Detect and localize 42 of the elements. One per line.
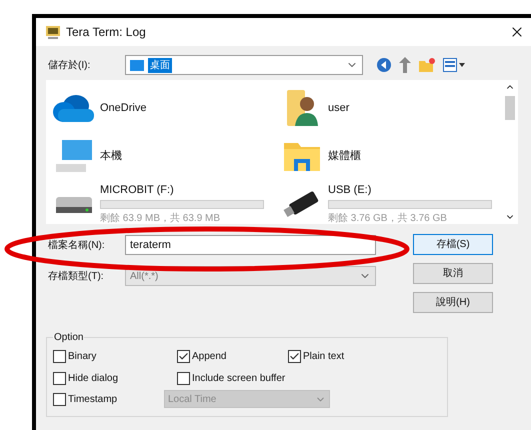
place-name[interactable]: MICROBIT (F:) bbox=[100, 182, 264, 198]
checkbox-label: Hide dialog bbox=[68, 372, 118, 386]
computer-icon bbox=[54, 138, 94, 174]
dialog-button[interactable]: 存檔(S) bbox=[413, 234, 493, 255]
place-name[interactable]: user bbox=[328, 100, 350, 116]
location-value: 桌面 bbox=[148, 58, 172, 72]
checkbox-label: Append bbox=[192, 350, 226, 364]
new-folder-icon[interactable] bbox=[419, 58, 435, 72]
dialog-button[interactable]: 取消 bbox=[413, 263, 493, 284]
place-name[interactable]: USB (E:) bbox=[328, 182, 492, 198]
view-menu-icon[interactable] bbox=[443, 58, 465, 72]
up-folder-icon[interactable] bbox=[399, 57, 411, 73]
place-name[interactable]: OneDrive bbox=[100, 100, 146, 116]
cloud-icon bbox=[52, 93, 96, 123]
group-title: Option bbox=[53, 330, 84, 345]
user-folder-icon bbox=[285, 88, 319, 128]
location-label: 儲存於(I): bbox=[48, 58, 92, 72]
checkbox[interactable] bbox=[177, 350, 190, 363]
filetype-label: 存檔類型(T): bbox=[48, 270, 105, 284]
checkbox[interactable] bbox=[177, 372, 190, 385]
dialog-button[interactable]: 說明(H) bbox=[413, 292, 493, 313]
scroll-thumb[interactable] bbox=[505, 96, 515, 120]
window-title: Tera Term: Log bbox=[66, 24, 146, 41]
place-name[interactable]: 本機 bbox=[100, 148, 122, 164]
checkbox[interactable] bbox=[53, 372, 66, 385]
checkbox[interactable] bbox=[288, 350, 301, 363]
place-name[interactable]: 媒體櫃 bbox=[328, 148, 361, 164]
checkbox[interactable] bbox=[53, 350, 66, 363]
checkbox-label: Include screen buffer bbox=[192, 372, 286, 386]
timezone-value: Local Time bbox=[168, 392, 216, 406]
free-space: 剩餘 63.9 MB，共 63.9 MB bbox=[100, 212, 222, 226]
filetype-value: All(*.*) bbox=[130, 270, 158, 284]
filename-label: 檔案名稱(N): bbox=[48, 238, 106, 252]
checkbox-label: Binary bbox=[68, 350, 96, 364]
checkbox[interactable] bbox=[53, 392, 66, 406]
back-icon[interactable] bbox=[377, 58, 391, 72]
checkbox-label: Timestamp bbox=[68, 392, 118, 406]
checkbox-label: Plain text bbox=[303, 350, 344, 364]
filename-field[interactable]: teraterm bbox=[125, 235, 376, 255]
terminal-icon bbox=[46, 26, 60, 38]
location-dropdown[interactable]: 桌面 bbox=[125, 55, 363, 75]
free-space: 剩餘 3.76 GB，共 3.76 GB bbox=[328, 212, 448, 226]
